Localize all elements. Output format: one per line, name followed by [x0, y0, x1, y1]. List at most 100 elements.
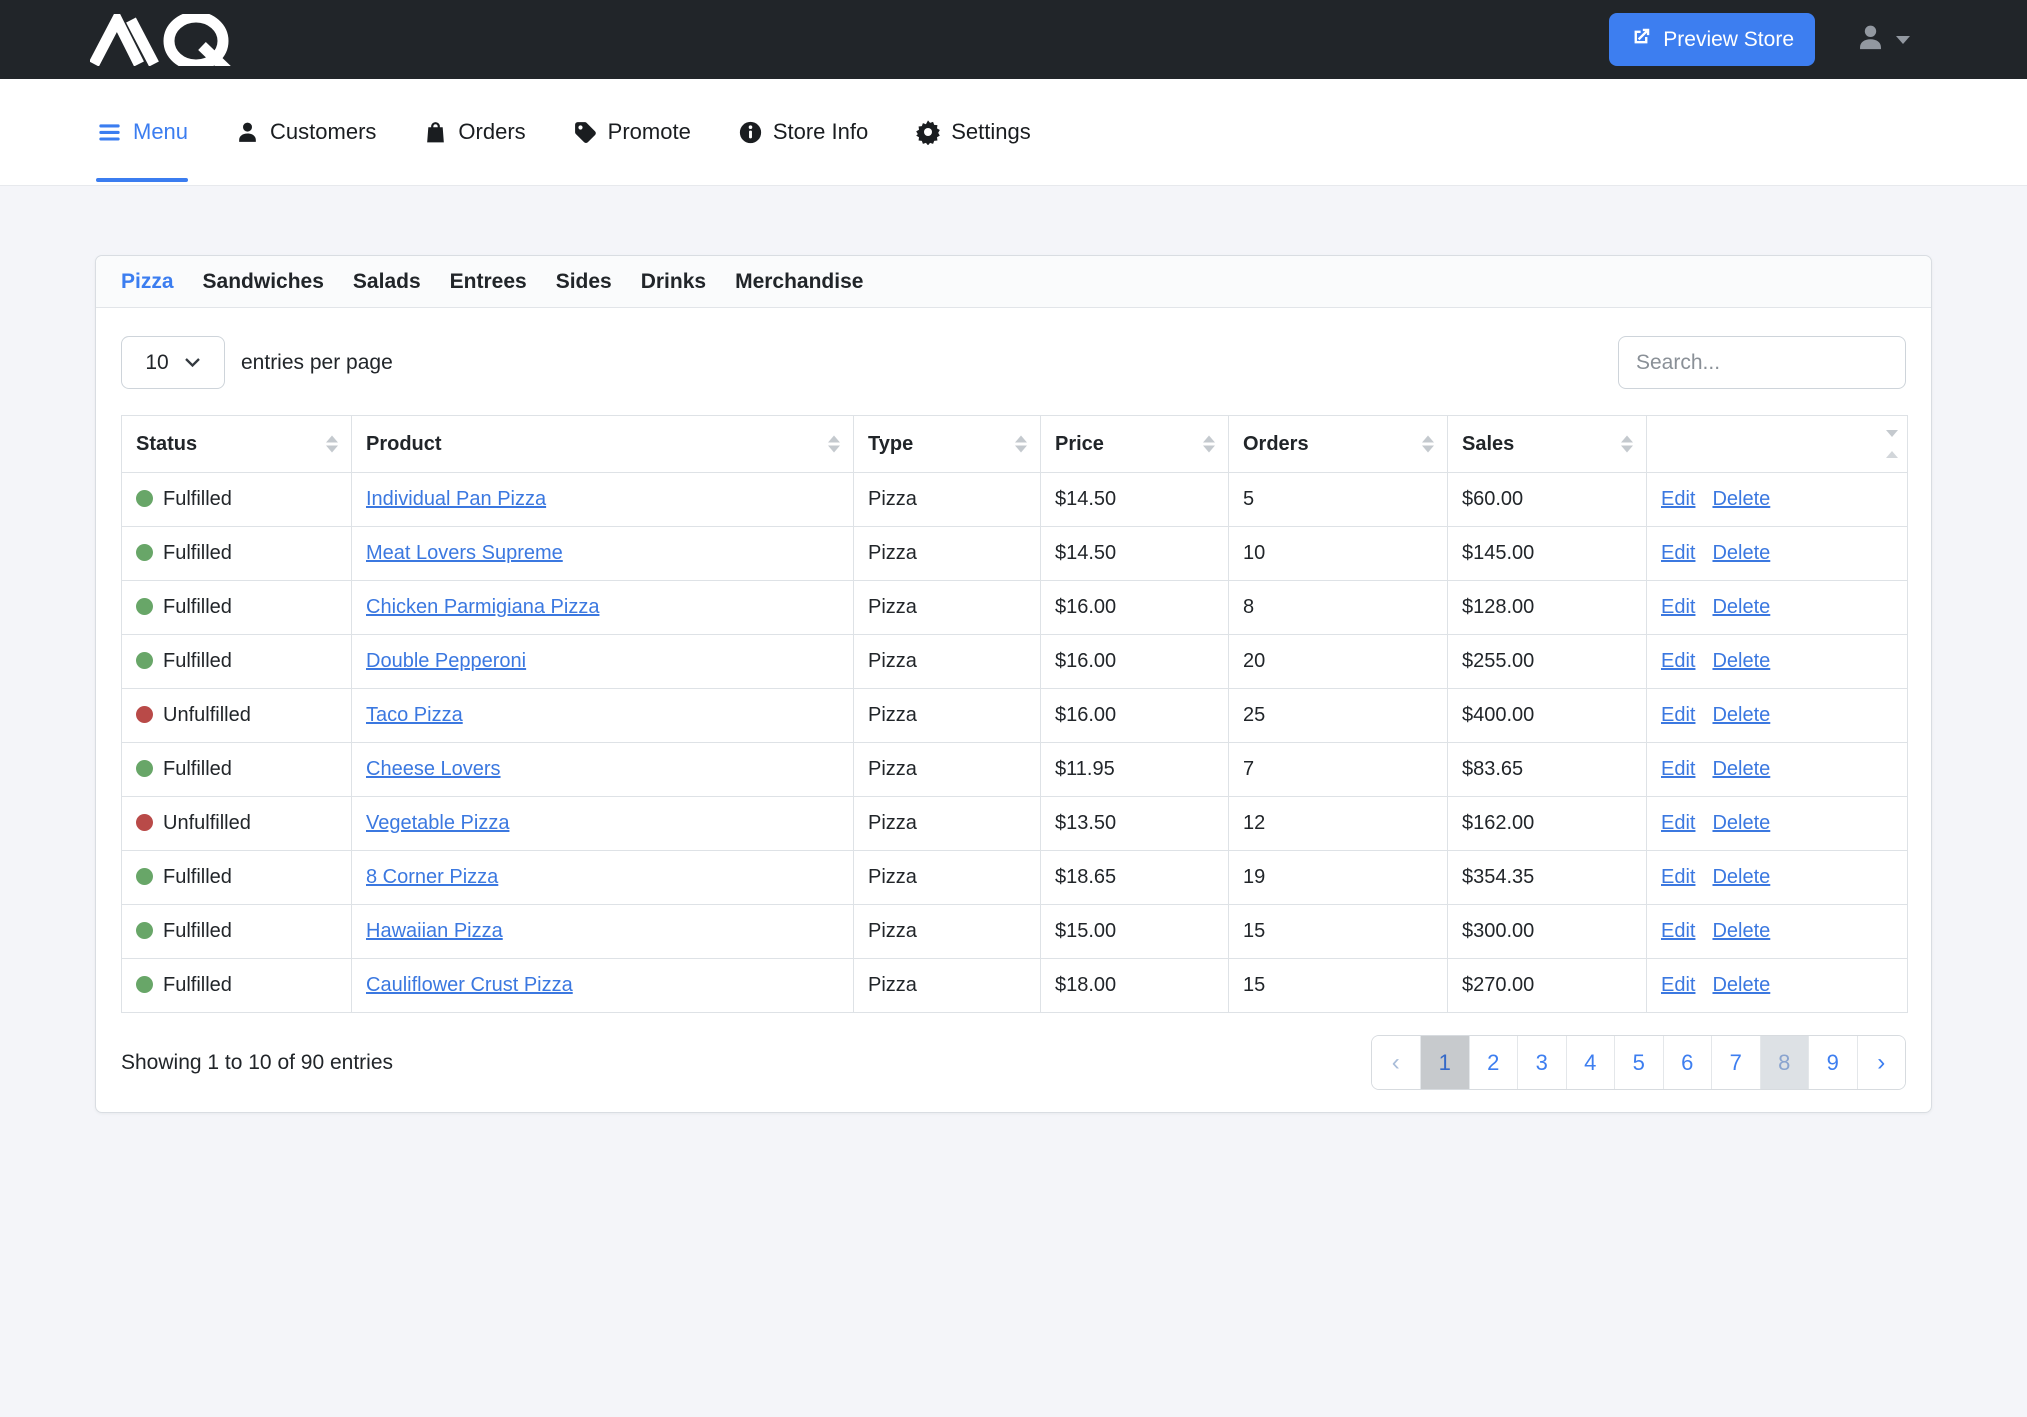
- column-header-product[interactable]: Product: [352, 416, 854, 473]
- delete-link[interactable]: Delete: [1712, 866, 1770, 888]
- edit-link[interactable]: Edit: [1661, 542, 1695, 564]
- delete-link[interactable]: Delete: [1712, 704, 1770, 726]
- nav-item-settings[interactable]: Settings: [915, 79, 1031, 185]
- user-icon: [1855, 22, 1886, 58]
- delete-link[interactable]: Delete: [1712, 488, 1770, 510]
- type-cell: Pizza: [854, 689, 1041, 743]
- actions-cell: Edit Delete: [1647, 743, 1908, 797]
- table-footer: Showing 1 to 10 of 90 entries ‹123456789…: [121, 1013, 1906, 1112]
- pagination: ‹123456789›: [1371, 1035, 1907, 1090]
- tab-entrees[interactable]: Entrees: [450, 270, 527, 294]
- delete-link[interactable]: Delete: [1712, 920, 1770, 942]
- status-label: Fulfilled: [163, 542, 232, 564]
- preview-store-button[interactable]: Preview Store: [1609, 13, 1815, 66]
- type-value: Pizza: [868, 812, 917, 834]
- nav-item-label: Store Info: [773, 119, 868, 145]
- page-button-6[interactable]: 6: [1663, 1036, 1712, 1089]
- entries-per-page-select[interactable]: 10: [121, 336, 225, 389]
- page-button-2[interactable]: 2: [1469, 1036, 1518, 1089]
- page-prev-button[interactable]: ‹: [1372, 1036, 1421, 1089]
- product-link[interactable]: Meat Lovers Supreme: [366, 542, 563, 564]
- screen: Preview Store Menu Customers Orders Promote…: [0, 0, 2027, 1417]
- delete-link[interactable]: Delete: [1712, 974, 1770, 996]
- sales-value: $354.35: [1462, 866, 1534, 888]
- type-value: Pizza: [868, 488, 917, 510]
- product-link[interactable]: Individual Pan Pizza: [366, 488, 546, 510]
- page-button-7[interactable]: 7: [1711, 1036, 1760, 1089]
- nav-item-promote[interactable]: Promote: [573, 79, 691, 185]
- tab-merchandise[interactable]: Merchandise: [735, 270, 863, 294]
- column-header-actions[interactable]: [1647, 416, 1908, 473]
- actions-cell: Edit Delete: [1647, 905, 1908, 959]
- tab-drinks[interactable]: Drinks: [641, 270, 706, 294]
- product-link[interactable]: Cauliflower Crust Pizza: [366, 974, 573, 996]
- info-icon: [738, 120, 763, 145]
- page-button-9[interactable]: 9: [1808, 1036, 1857, 1089]
- product-link[interactable]: Cheese Lovers: [366, 758, 501, 780]
- edit-link[interactable]: Edit: [1661, 596, 1695, 618]
- page-next-button[interactable]: ›: [1857, 1036, 1906, 1089]
- edit-link[interactable]: Edit: [1661, 974, 1695, 996]
- sort-icon: [326, 436, 338, 453]
- column-header-label: Orders: [1243, 433, 1309, 455]
- sort-icon: [1203, 436, 1215, 453]
- page-button-5[interactable]: 5: [1614, 1036, 1663, 1089]
- product-link[interactable]: Chicken Parmigiana Pizza: [366, 596, 599, 618]
- price-cell: $11.95: [1041, 743, 1229, 797]
- edit-link[interactable]: Edit: [1661, 488, 1695, 510]
- product-link[interactable]: Vegetable Pizza: [366, 812, 509, 834]
- delete-link[interactable]: Delete: [1712, 758, 1770, 780]
- delete-link[interactable]: Delete: [1712, 650, 1770, 672]
- nav-item-store-info[interactable]: Store Info: [738, 79, 868, 185]
- sales-value: $162.00: [1462, 812, 1534, 834]
- column-header-sales[interactable]: Sales: [1448, 416, 1647, 473]
- tab-pizza[interactable]: Pizza: [121, 270, 174, 294]
- nav-item-orders[interactable]: Orders: [423, 79, 525, 185]
- edit-link[interactable]: Edit: [1661, 758, 1695, 780]
- column-header-price[interactable]: Price: [1041, 416, 1229, 473]
- product-link[interactable]: Double Pepperoni: [366, 650, 526, 672]
- price-cell: $16.00: [1041, 689, 1229, 743]
- status-dot: [136, 544, 153, 561]
- price-value: $18.65: [1055, 866, 1116, 888]
- delete-link[interactable]: Delete: [1712, 542, 1770, 564]
- table-row: UnfulfilledTaco PizzaPizza$16.0025$400.0…: [122, 689, 1908, 743]
- page-button-3[interactable]: 3: [1517, 1036, 1566, 1089]
- product-link[interactable]: Hawaiian Pizza: [366, 920, 503, 942]
- page-button-8[interactable]: 8: [1760, 1036, 1809, 1089]
- column-header-status[interactable]: Status: [122, 416, 352, 473]
- column-header-orders[interactable]: Orders: [1229, 416, 1448, 473]
- product-link[interactable]: Taco Pizza: [366, 704, 463, 726]
- page-button-1[interactable]: 1: [1420, 1036, 1469, 1089]
- column-header-type[interactable]: Type: [854, 416, 1041, 473]
- product-cell: Hawaiian Pizza: [352, 905, 854, 959]
- tab-sides[interactable]: Sides: [556, 270, 612, 294]
- edit-link[interactable]: Edit: [1661, 866, 1695, 888]
- table-header-row: StatusProductTypePrice Orders Sales: [122, 416, 1908, 473]
- edit-link[interactable]: Edit: [1661, 920, 1695, 942]
- orders-value: 19: [1243, 866, 1265, 888]
- nav-item-menu[interactable]: Menu: [96, 79, 188, 185]
- edit-link[interactable]: Edit: [1661, 650, 1695, 672]
- tab-salads[interactable]: Salads: [353, 270, 421, 294]
- brand-logo[interactable]: [90, 14, 258, 66]
- nav-item-customers[interactable]: Customers: [235, 79, 376, 185]
- status-dot: [136, 922, 153, 939]
- orders-cell: 15: [1229, 905, 1448, 959]
- search-input[interactable]: [1618, 336, 1906, 389]
- product-link[interactable]: 8 Corner Pizza: [366, 866, 498, 888]
- status-dot: [136, 706, 153, 723]
- page-button-4[interactable]: 4: [1566, 1036, 1615, 1089]
- delete-link[interactable]: Delete: [1712, 812, 1770, 834]
- sales-cell: $300.00: [1448, 905, 1647, 959]
- price-value: $15.00: [1055, 920, 1116, 942]
- user-menu[interactable]: [1855, 22, 1910, 58]
- tab-sandwiches[interactable]: Sandwiches: [203, 270, 324, 294]
- edit-link[interactable]: Edit: [1661, 704, 1695, 726]
- price-cell: $15.00: [1041, 905, 1229, 959]
- type-cell: Pizza: [854, 797, 1041, 851]
- sort-icon: [1422, 436, 1434, 453]
- delete-link[interactable]: Delete: [1712, 596, 1770, 618]
- edit-link[interactable]: Edit: [1661, 812, 1695, 834]
- sort-icon: [1886, 430, 1898, 458]
